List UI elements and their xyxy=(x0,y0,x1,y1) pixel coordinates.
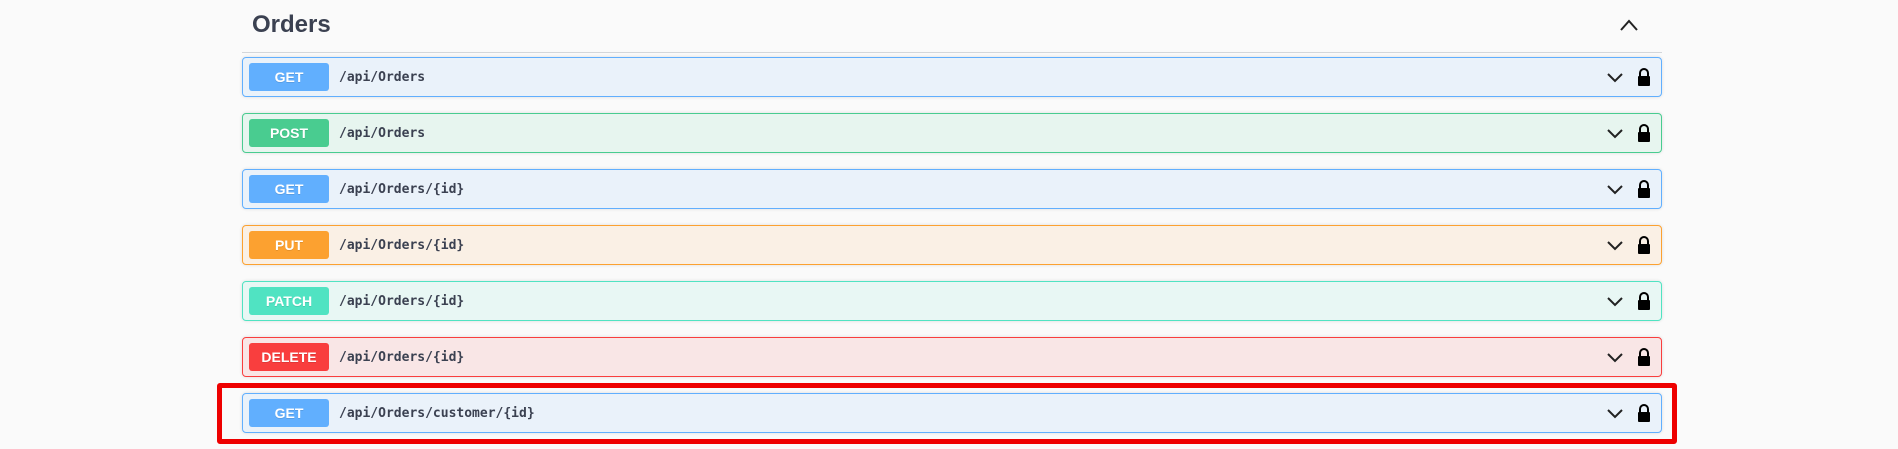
chevron-down-icon[interactable] xyxy=(1605,293,1625,311)
chevron-down-icon[interactable] xyxy=(1605,405,1625,423)
endpoint-path: /api/Orders/{id} xyxy=(339,237,465,253)
section-header[interactable]: Orders xyxy=(242,0,1662,53)
operation-list: GET /api/Orders POST /api/Orders GET /ap… xyxy=(242,57,1662,449)
method-badge: GET xyxy=(249,63,329,91)
method-badge: GET xyxy=(249,399,329,427)
chevron-down-icon[interactable] xyxy=(1605,349,1625,367)
operation-delete-order[interactable]: DELETE /api/Orders/{id} xyxy=(242,337,1662,377)
chevron-down-icon[interactable] xyxy=(1605,181,1625,199)
lock-icon[interactable] xyxy=(1636,403,1652,423)
endpoint-path: /api/Orders/customer/{id} xyxy=(339,405,535,421)
lock-icon[interactable] xyxy=(1636,347,1652,367)
chevron-down-icon[interactable] xyxy=(1605,237,1625,255)
operation-post-orders[interactable]: POST /api/Orders xyxy=(242,113,1662,153)
lock-icon[interactable] xyxy=(1636,67,1652,87)
lock-icon[interactable] xyxy=(1636,179,1652,199)
lock-icon[interactable] xyxy=(1636,123,1652,143)
section-title: Orders xyxy=(252,11,331,38)
chevron-down-icon[interactable] xyxy=(1605,125,1625,143)
operation-get-orders-by-customer[interactable]: GET /api/Orders/customer/{id} xyxy=(242,393,1662,433)
chevron-up-icon[interactable] xyxy=(1618,16,1640,34)
operation-get-order-by-id[interactable]: GET /api/Orders/{id} xyxy=(242,169,1662,209)
operation-patch-order[interactable]: PATCH /api/Orders/{id} xyxy=(242,281,1662,321)
endpoint-path: /api/Orders xyxy=(339,69,426,85)
lock-icon[interactable] xyxy=(1636,235,1652,255)
operation-get-orders[interactable]: GET /api/Orders xyxy=(242,57,1662,97)
method-badge: GET xyxy=(249,175,329,203)
endpoint-path: /api/Orders/{id} xyxy=(339,293,465,309)
method-badge: PUT xyxy=(249,231,329,259)
chevron-down-icon[interactable] xyxy=(1605,69,1625,87)
operation-put-order[interactable]: PUT /api/Orders/{id} xyxy=(242,225,1662,265)
endpoint-path: /api/Orders xyxy=(339,125,426,141)
endpoint-path: /api/Orders/{id} xyxy=(339,181,465,197)
method-badge: DELETE xyxy=(249,343,329,371)
orders-section: Orders GET /api/Orders POST /api/Orders … xyxy=(242,0,1662,433)
method-badge: PATCH xyxy=(249,287,329,315)
method-badge: POST xyxy=(249,119,329,147)
endpoint-path: /api/Orders/{id} xyxy=(339,349,465,365)
lock-icon[interactable] xyxy=(1636,291,1652,311)
